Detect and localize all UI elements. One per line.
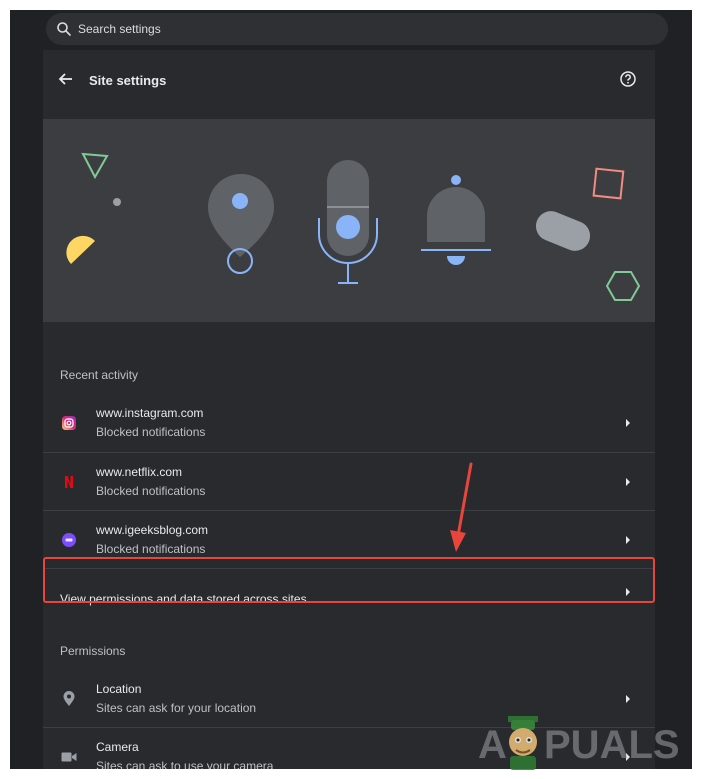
permission-row-location[interactable]: Location Sites can ask for your location <box>43 670 655 728</box>
search-icon <box>56 21 72 37</box>
chevron-right-icon <box>623 586 633 598</box>
recent-site-row[interactable]: www.netflix.com Blocked notifications <box>43 453 655 511</box>
half-circle-shape <box>66 235 95 264</box>
pill-shape <box>535 211 591 251</box>
site-status: Blocked notifications <box>96 425 206 439</box>
permission-title: Location <box>96 682 142 696</box>
igeeksblog-favicon <box>61 532 77 548</box>
location-pin-illustration <box>208 174 274 257</box>
chevron-right-icon <box>623 534 633 546</box>
site-settings-illustration <box>43 119 655 322</box>
location-pin-icon <box>61 691 77 707</box>
triangle-shape <box>81 152 109 180</box>
arrow-back-icon[interactable] <box>57 70 75 88</box>
view-permissions-data-row[interactable]: View permissions and data stored across … <box>43 569 655 615</box>
site-name: www.netflix.com <box>96 465 183 479</box>
chevron-right-icon <box>623 751 633 763</box>
recent-site-row[interactable]: www.instagram.com Blocked notifications <box>43 394 655 452</box>
permission-row-camera[interactable]: Camera Sites can ask to use your camera <box>43 728 655 769</box>
permissions-heading: Permissions <box>60 644 126 658</box>
permission-subtitle: Sites can ask to use your camera <box>96 759 274 769</box>
camera-icon <box>61 749 77 765</box>
search-placeholder: Search settings <box>78 22 161 36</box>
square-shape <box>592 167 625 200</box>
dot-shape <box>113 198 121 206</box>
help-circle-icon[interactable] <box>619 70 637 88</box>
recent-activity-heading: Recent activity <box>60 368 139 382</box>
chevron-right-icon <box>623 693 633 705</box>
site-settings-header: Site settings <box>43 50 655 110</box>
instagram-favicon <box>61 415 77 431</box>
chevron-right-icon <box>623 476 633 488</box>
browser-settings-window: Search settings Site settings Recent act… <box>10 10 692 769</box>
chevron-right-icon <box>623 417 633 429</box>
netflix-favicon <box>61 474 77 490</box>
site-name: www.igeeksblog.com <box>96 523 209 537</box>
microphone-illustration <box>327 160 369 256</box>
site-status: Blocked notifications <box>96 542 206 556</box>
site-status: Blocked notifications <box>96 484 206 498</box>
page-title: Site settings <box>89 73 167 88</box>
site-settings-panel: Site settings Recent activity www.instag… <box>43 50 655 769</box>
bell-illustration <box>451 175 461 185</box>
view-permissions-label: View permissions and data stored across … <box>60 592 307 606</box>
search-settings-field[interactable]: Search settings <box>46 13 668 45</box>
permission-title: Camera <box>96 740 139 754</box>
site-name: www.instagram.com <box>96 406 204 420</box>
recent-site-row[interactable]: www.igeeksblog.com Blocked notifications <box>43 511 655 569</box>
hexagon-shape <box>605 271 641 301</box>
permission-subtitle: Sites can ask for your location <box>96 701 257 715</box>
